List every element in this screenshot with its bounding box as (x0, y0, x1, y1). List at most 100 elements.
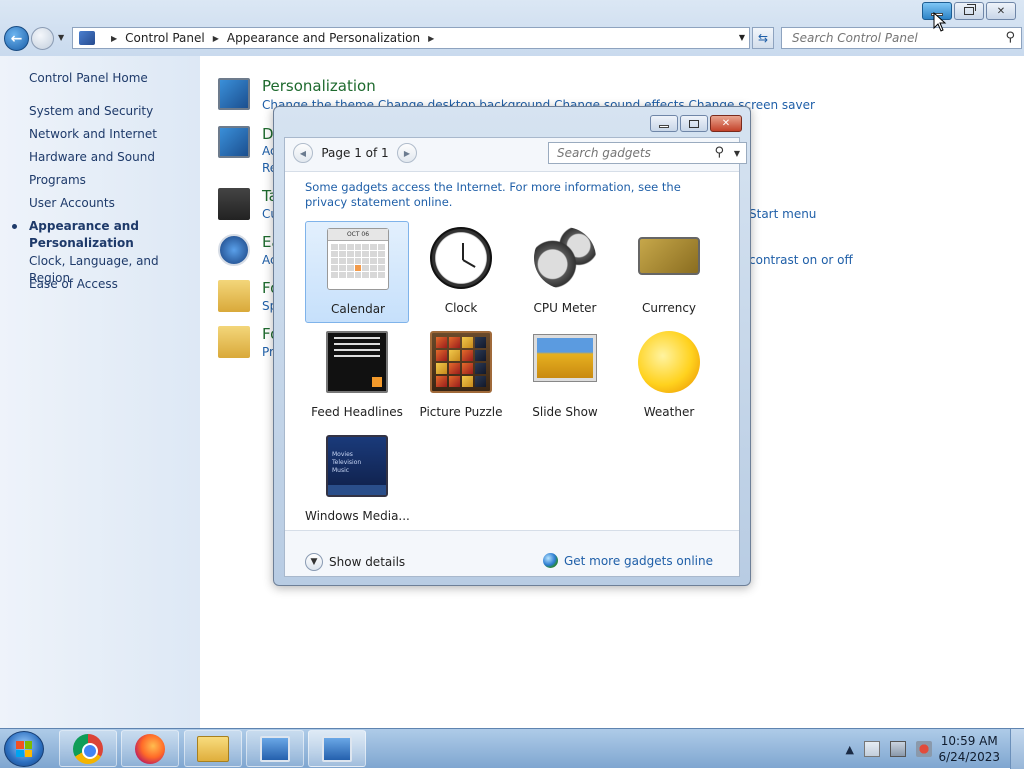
chrome-icon (73, 733, 103, 764)
search-options-dropdown-icon[interactable]: ▼ (734, 149, 740, 158)
close-button[interactable]: ✕ (986, 2, 1016, 20)
breadcrumb-appearance[interactable]: Appearance and Personalization (227, 31, 420, 45)
gadget-label: Picture Puzzle (419, 405, 503, 419)
restore-icon (964, 4, 976, 15)
gadgets-icon (260, 735, 290, 762)
clock-date: 6/24/2023 (938, 750, 1000, 764)
gadget-currency[interactable]: Currency (617, 221, 721, 323)
taskbar-explorer[interactable] (184, 730, 242, 767)
search-icon[interactable]: ⚲ (1005, 30, 1015, 45)
slide-show-icon (533, 334, 597, 382)
sidebar-item-user-accounts[interactable]: User Accounts (0, 195, 200, 218)
refresh-button[interactable]: ⇆ (752, 27, 774, 49)
sidebar-item-network[interactable]: Network and Internet (0, 126, 200, 149)
show-desktop-button[interactable] (1010, 729, 1024, 769)
gadget-slide-show[interactable]: Slide Show (513, 325, 617, 427)
personalization-icon (218, 78, 250, 110)
taskbar-firefox[interactable] (121, 730, 179, 767)
picture-puzzle-icon (430, 331, 492, 393)
high-contrast-link[interactable]: contrast on or off (749, 253, 853, 267)
back-button[interactable]: ← (4, 26, 29, 51)
start-menu-link[interactable]: Start menu (749, 207, 816, 221)
taskbar: ▲ 10:59 AM 6/24/2023 (0, 728, 1024, 769)
minimize-icon (659, 125, 669, 128)
dialog-minimize-button[interactable] (650, 115, 678, 132)
gadget-picture-puzzle[interactable]: Picture Puzzle (409, 325, 513, 427)
breadcrumb-chevron-icon[interactable]: ▶ (428, 34, 434, 43)
category-title[interactable]: D (262, 125, 274, 143)
dialog-caption-buttons: ✕ (648, 115, 742, 132)
explorer-toolbar: ✕ ← ▼ ▶ Control Panel ▶ Appearance and P… (0, 0, 1024, 56)
gadgets-dialog: ✕ ◀ Page 1 of 1 ▶ ⚲ ▼ Some gadgets acces… (273, 106, 751, 586)
gadget-label: CPU Meter (533, 301, 597, 315)
dialog-maximize-button[interactable] (680, 115, 708, 132)
taskbar-gadgets[interactable] (246, 730, 304, 767)
clock-time: 10:59 AM (940, 734, 998, 748)
gadget-label: Weather (643, 405, 695, 419)
ease-of-access-icon (218, 234, 250, 266)
windows-media-icon: Movies Television Music (326, 435, 388, 497)
start-button[interactable] (4, 731, 44, 767)
show-hidden-icons-button[interactable]: ▲ (846, 743, 854, 756)
restore-button[interactable] (954, 2, 984, 20)
gadget-cpu-meter[interactable]: CPU Meter (513, 221, 617, 323)
privacy-info-link[interactable]: Some gadgets access the Internet. For mo… (305, 180, 705, 210)
currency-icon (638, 237, 700, 275)
cpu-meter-icon (534, 227, 596, 289)
file-explorer-icon (197, 735, 229, 762)
gadget-calendar[interactable]: OCT 06 Calendar (305, 221, 409, 323)
gadget-clock[interactable]: Clock (409, 221, 513, 323)
show-details-toggle[interactable]: ▼ Show details (305, 553, 405, 571)
wmc-line: Television (332, 459, 362, 466)
recent-pages-dropdown[interactable]: ▼ (58, 33, 64, 42)
get-more-gadgets-link[interactable]: Get more gadgets online (542, 553, 713, 568)
clock-icon (430, 227, 492, 289)
maximize-icon (689, 119, 699, 128)
taskbar-chrome[interactable] (59, 730, 117, 767)
sidebar-item-appearance[interactable]: Appearance and Personalization (0, 218, 200, 253)
gadget-feed-headlines[interactable]: Feed Headlines (305, 325, 409, 427)
chevron-down-icon[interactable]: ▼ (305, 553, 323, 571)
address-bar[interactable]: ▶ Control Panel ▶ Appearance and Persona… (72, 27, 750, 49)
taskbar-control-panel[interactable] (308, 730, 366, 767)
folder-options-icon (218, 280, 250, 312)
breadcrumb-chevron-icon[interactable]: ▶ (213, 34, 219, 43)
forward-button[interactable] (31, 27, 54, 50)
network-icon[interactable] (890, 741, 906, 757)
gadget-windows-media[interactable]: Movies Television Music Windows Media... (305, 429, 410, 531)
mouse-cursor-icon (933, 12, 947, 32)
dialog-close-button[interactable]: ✕ (710, 115, 742, 132)
windows-logo-icon (16, 741, 32, 757)
category-title[interactable]: Personalization (262, 77, 376, 95)
calendar-grid (328, 241, 388, 281)
sidebar-item-home[interactable]: Control Panel Home (0, 70, 200, 93)
page-indicator: Page 1 of 1 (321, 146, 389, 160)
action-center-icon[interactable] (864, 741, 880, 757)
gadget-search-input[interactable] (555, 145, 705, 161)
system-clock[interactable]: 10:59 AM 6/24/2023 (938, 733, 1000, 765)
sidebar-item-hardware[interactable]: Hardware and Sound (0, 149, 200, 172)
control-panel-icon (322, 735, 352, 762)
gadget-weather[interactable]: Weather (617, 325, 721, 427)
gadget-label: Slide Show (532, 405, 598, 419)
sidebar-item-ease-of-access[interactable]: Ease of Access (0, 276, 200, 299)
search-icon[interactable]: ⚲ (714, 145, 724, 160)
gadget-label: Windows Media... (305, 509, 410, 523)
breadcrumb-control-panel[interactable]: Control Panel (125, 31, 205, 45)
breadcrumb-chevron-icon[interactable]: ▶ (111, 34, 117, 43)
volume-muted-icon[interactable] (916, 741, 932, 757)
pager: ◀ Page 1 of 1 ▶ (293, 143, 417, 163)
search-box[interactable]: ⚲ (781, 27, 1022, 49)
gadget-label: Feed Headlines (311, 405, 403, 419)
gadget-search-box[interactable]: ⚲ ▼ (548, 142, 747, 164)
search-input[interactable] (790, 30, 990, 46)
previous-page-button[interactable]: ◀ (293, 143, 313, 163)
sidebar-item-clock-region[interactable]: Clock, Language, and Region (0, 253, 200, 285)
next-page-button[interactable]: ▶ (397, 143, 417, 163)
sidebar-item-programs[interactable]: Programs (0, 172, 200, 195)
get-more-gadgets-label: Get more gadgets online (563, 553, 713, 568)
fonts-icon (218, 326, 250, 358)
address-dropdown-icon[interactable]: ▼ (739, 33, 745, 42)
sidebar-item-system-security[interactable]: System and Security (0, 103, 200, 126)
refresh-icon: ⇆ (757, 31, 769, 45)
